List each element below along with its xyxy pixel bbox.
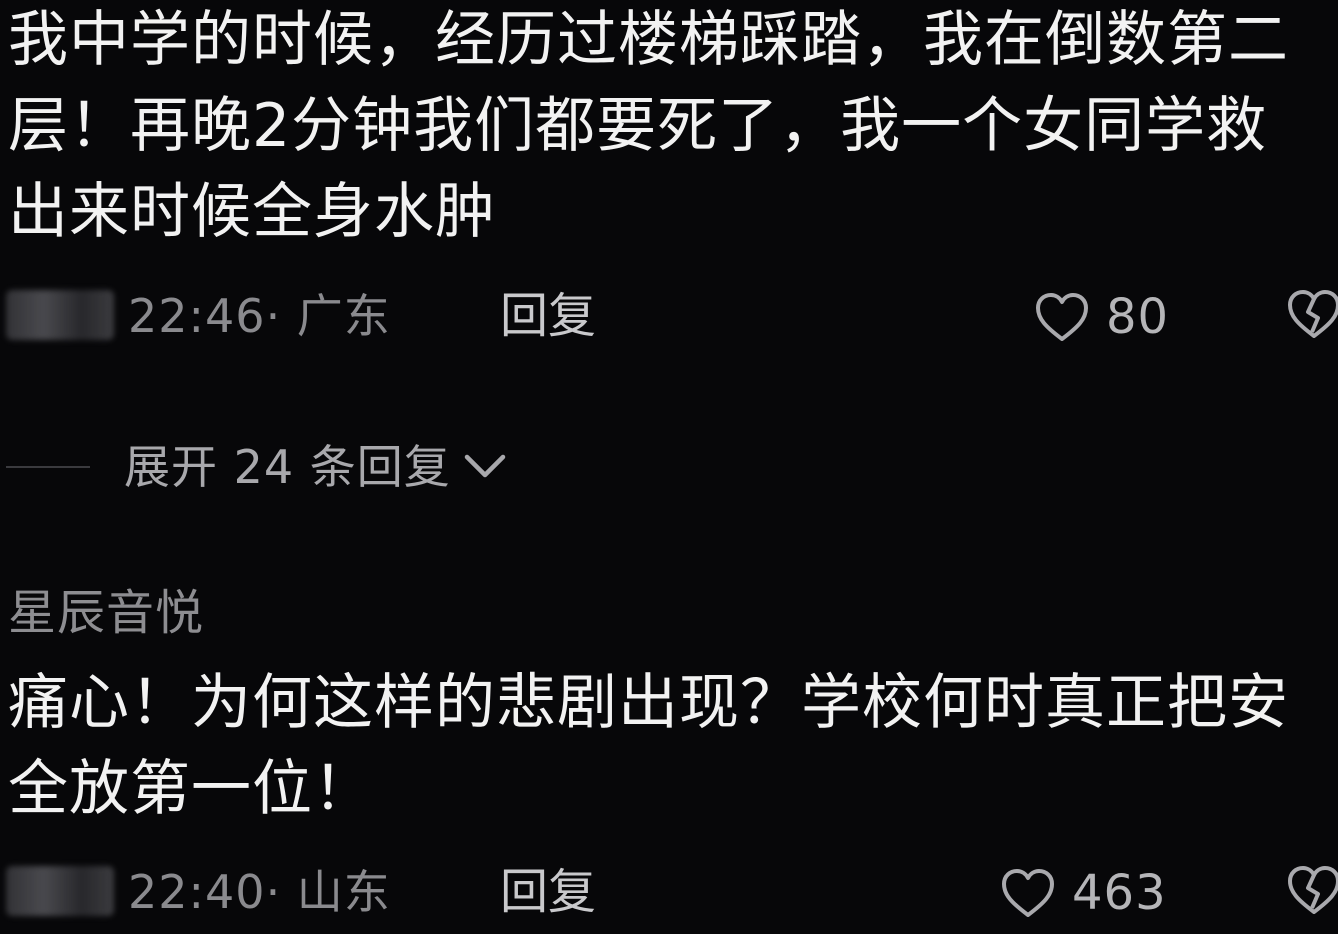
blurred-username[interactable] <box>6 290 114 340</box>
blurred-username[interactable] <box>6 866 114 916</box>
comment-meta-row: 22:40· 山东 回复 463 <box>0 862 1338 922</box>
like-count: 80 <box>1106 289 1170 345</box>
like-button[interactable]: 80 <box>1034 288 1169 346</box>
heart-outline-icon <box>1036 293 1088 341</box>
expand-replies-button[interactable]: 展开 24 条回复 <box>124 436 509 498</box>
comment-text: 痛心！为何这样的悲剧出现？学校何时真正把安全放第一位！ <box>8 668 1289 824</box>
comment-timestamp-location: 22:40· 山东 <box>128 865 391 919</box>
reply-button[interactable]: 回复 <box>500 286 596 346</box>
broken-heart-icon <box>1288 290 1338 338</box>
comment-timestamp-location: 22:46· 广东 <box>128 289 391 343</box>
dislike-button[interactable] <box>1286 288 1338 344</box>
like-count: 463 <box>1072 865 1167 921</box>
divider-line <box>6 466 90 468</box>
comment-text: 我中学的时候，经历过楼梯踩踏，我在倒数第二层！再晚2分钟我们都要死了，我一个女同… <box>8 5 1289 247</box>
like-button[interactable]: 463 <box>1000 864 1167 922</box>
broken-heart-icon <box>1288 866 1338 914</box>
heart-outline-icon <box>1002 869 1054 917</box>
comment-username[interactable]: 星辰音悦 <box>8 582 204 644</box>
expand-replies-label: 展开 24 条回复 <box>124 440 451 494</box>
chevron-down-icon <box>464 454 506 478</box>
dislike-button[interactable] <box>1286 864 1338 920</box>
comment-meta-row: 22:46· 广东 回复 80 <box>0 286 1338 346</box>
expand-replies-row: 展开 24 条回复 <box>0 436 700 498</box>
reply-button[interactable]: 回复 <box>500 862 596 922</box>
